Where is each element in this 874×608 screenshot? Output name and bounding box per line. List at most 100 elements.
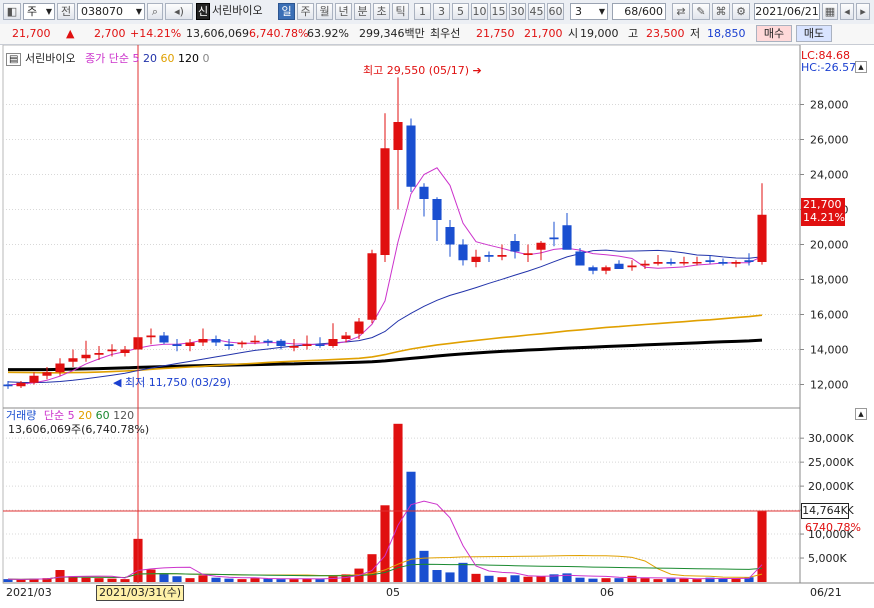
interval-select[interactable]: 3 ▼	[570, 3, 608, 20]
candle-body	[666, 262, 676, 264]
price-tick-label: 26,000	[810, 134, 849, 147]
candle-body	[393, 122, 403, 150]
interval-button-10[interactable]: 10	[471, 3, 488, 20]
volume-bar	[497, 577, 507, 582]
volume-bar	[328, 576, 338, 582]
candle-body	[211, 339, 221, 343]
volume-bar	[640, 578, 650, 582]
candle-body	[146, 335, 156, 338]
period-tab-1[interactable]: 주	[297, 3, 314, 20]
volume-bar	[718, 578, 728, 582]
interval-button-60[interactable]: 60	[547, 3, 564, 20]
prev-button[interactable]: 전	[57, 3, 75, 20]
low-price: 18,850	[707, 27, 746, 40]
volume-bar	[653, 579, 663, 582]
volume-bar	[757, 511, 767, 582]
volume-bar	[107, 578, 117, 582]
chart-type-icon[interactable]: ⌘	[712, 3, 730, 20]
candle-body	[198, 339, 208, 343]
candle-body	[744, 260, 754, 262]
x-label-06: 06	[600, 586, 614, 599]
volume-bar	[237, 579, 247, 582]
volume-current: 13,606,069주(6,740.78%)	[8, 423, 150, 436]
toolbar: ◧ 주 ▼ 전 038070 ▼ ⌕ ◂) 신 서린바이오 일주월년분초틱 1351…	[0, 0, 874, 25]
stock-code-input[interactable]: 038070 ▼	[77, 3, 145, 20]
panel-menu-icon[interactable]: ▤	[6, 53, 22, 66]
candle-body	[159, 335, 169, 343]
ma5-label: 5	[132, 52, 140, 65]
period-tab-2[interactable]: 월	[316, 3, 333, 20]
period-tab-3[interactable]: 년	[335, 3, 352, 20]
price-tick-label: 20,000	[810, 239, 849, 252]
volume-bar	[276, 579, 286, 582]
interval-button-1[interactable]: 1	[414, 3, 431, 20]
sell-button[interactable]: 매도	[796, 25, 832, 42]
next-arrow-icon[interactable]: ▸	[856, 3, 870, 20]
candle-body	[328, 339, 338, 346]
trade-amount: 299,346백만	[359, 27, 425, 40]
buy-button[interactable]: 매수	[756, 25, 792, 42]
candle-body	[224, 344, 234, 346]
right-arrow-icon: ➔	[472, 64, 482, 77]
chart-area[interactable]: 28,00026,00024,00022,00020,00018,00016,0…	[0, 45, 874, 608]
market-select[interactable]: 주 ▼	[23, 3, 55, 20]
period-tab-0[interactable]: 일	[278, 3, 295, 20]
volume-pct: 6,740.78%	[249, 27, 309, 40]
period-tab-4[interactable]: 분	[354, 3, 371, 20]
bar-count-field[interactable]: 68/600	[612, 3, 666, 20]
chevron-down-icon: ▼	[135, 7, 142, 16]
interval-button-3[interactable]: 3	[433, 3, 450, 20]
candle-body	[640, 263, 650, 266]
candle-body	[549, 237, 559, 240]
chevron-down-icon: ▼	[45, 7, 52, 16]
hc-label: HC:-26.57	[801, 61, 857, 74]
volume-bar	[471, 573, 481, 582]
price-change: 2,700	[94, 27, 126, 40]
ma60-label: 60	[160, 52, 175, 65]
candle-body	[419, 186, 429, 199]
search-icon[interactable]: ⌕	[147, 3, 163, 20]
price-tick-label: 18,000	[810, 274, 849, 287]
compare-icon[interactable]: ⇄	[672, 3, 690, 20]
candle-body	[263, 340, 273, 343]
volume-bar	[601, 578, 611, 582]
calendar-icon[interactable]: ▦	[822, 3, 838, 20]
candle-body	[68, 358, 78, 362]
chart-menu-icon[interactable]: ◧	[3, 3, 21, 20]
prev-arrow-icon[interactable]: ◂	[840, 3, 854, 20]
candle-body	[354, 321, 364, 334]
date-field[interactable]: 2021/06/21	[754, 3, 820, 20]
candle-body	[341, 335, 351, 339]
period-tab-6[interactable]: 틱	[392, 3, 409, 20]
open-price: 19,000	[580, 27, 619, 40]
max-annotation-text: 최고 29,550 (05/17)	[363, 64, 470, 77]
interval-button-30[interactable]: 30	[509, 3, 526, 20]
volume-bar	[16, 579, 26, 582]
min-annotation: ◀ 최저 11,750 (03/29)	[113, 374, 231, 390]
interval-button-5[interactable]: 5	[452, 3, 469, 20]
period-tab-5[interactable]: 초	[373, 3, 390, 20]
candle-body	[367, 253, 377, 320]
candle-body	[575, 251, 585, 266]
panel-expand-icon[interactable]: ▲	[855, 61, 867, 73]
volume-bar	[627, 575, 637, 582]
best-sell: 21,750	[476, 27, 515, 40]
ma0-label: 0	[202, 52, 210, 65]
volume-bar	[55, 570, 65, 582]
candle-body	[172, 344, 182, 346]
interval-button-45[interactable]: 45	[528, 3, 545, 20]
gear-icon[interactable]: ⚙	[732, 3, 750, 20]
interval-value: 3	[575, 5, 582, 18]
chart-canvas[interactable]: 28,00026,00024,00022,00020,00018,00016,0…	[0, 45, 874, 608]
speaker-icon[interactable]: ◂)	[165, 3, 193, 20]
best-quote-label: 최우선	[430, 27, 461, 40]
volume-panel-expand-icon[interactable]: ▲	[855, 408, 867, 420]
draw-icon[interactable]: ✎	[692, 3, 710, 20]
volume-tick-label: 25,000K	[808, 456, 854, 469]
current-price-tag-value: 21,700	[803, 198, 842, 211]
candle-body	[16, 382, 26, 387]
volume-bar	[692, 579, 702, 582]
price-change-pct: +14.21%	[130, 27, 182, 40]
candle-body	[588, 267, 598, 271]
interval-button-15[interactable]: 15	[490, 3, 507, 20]
